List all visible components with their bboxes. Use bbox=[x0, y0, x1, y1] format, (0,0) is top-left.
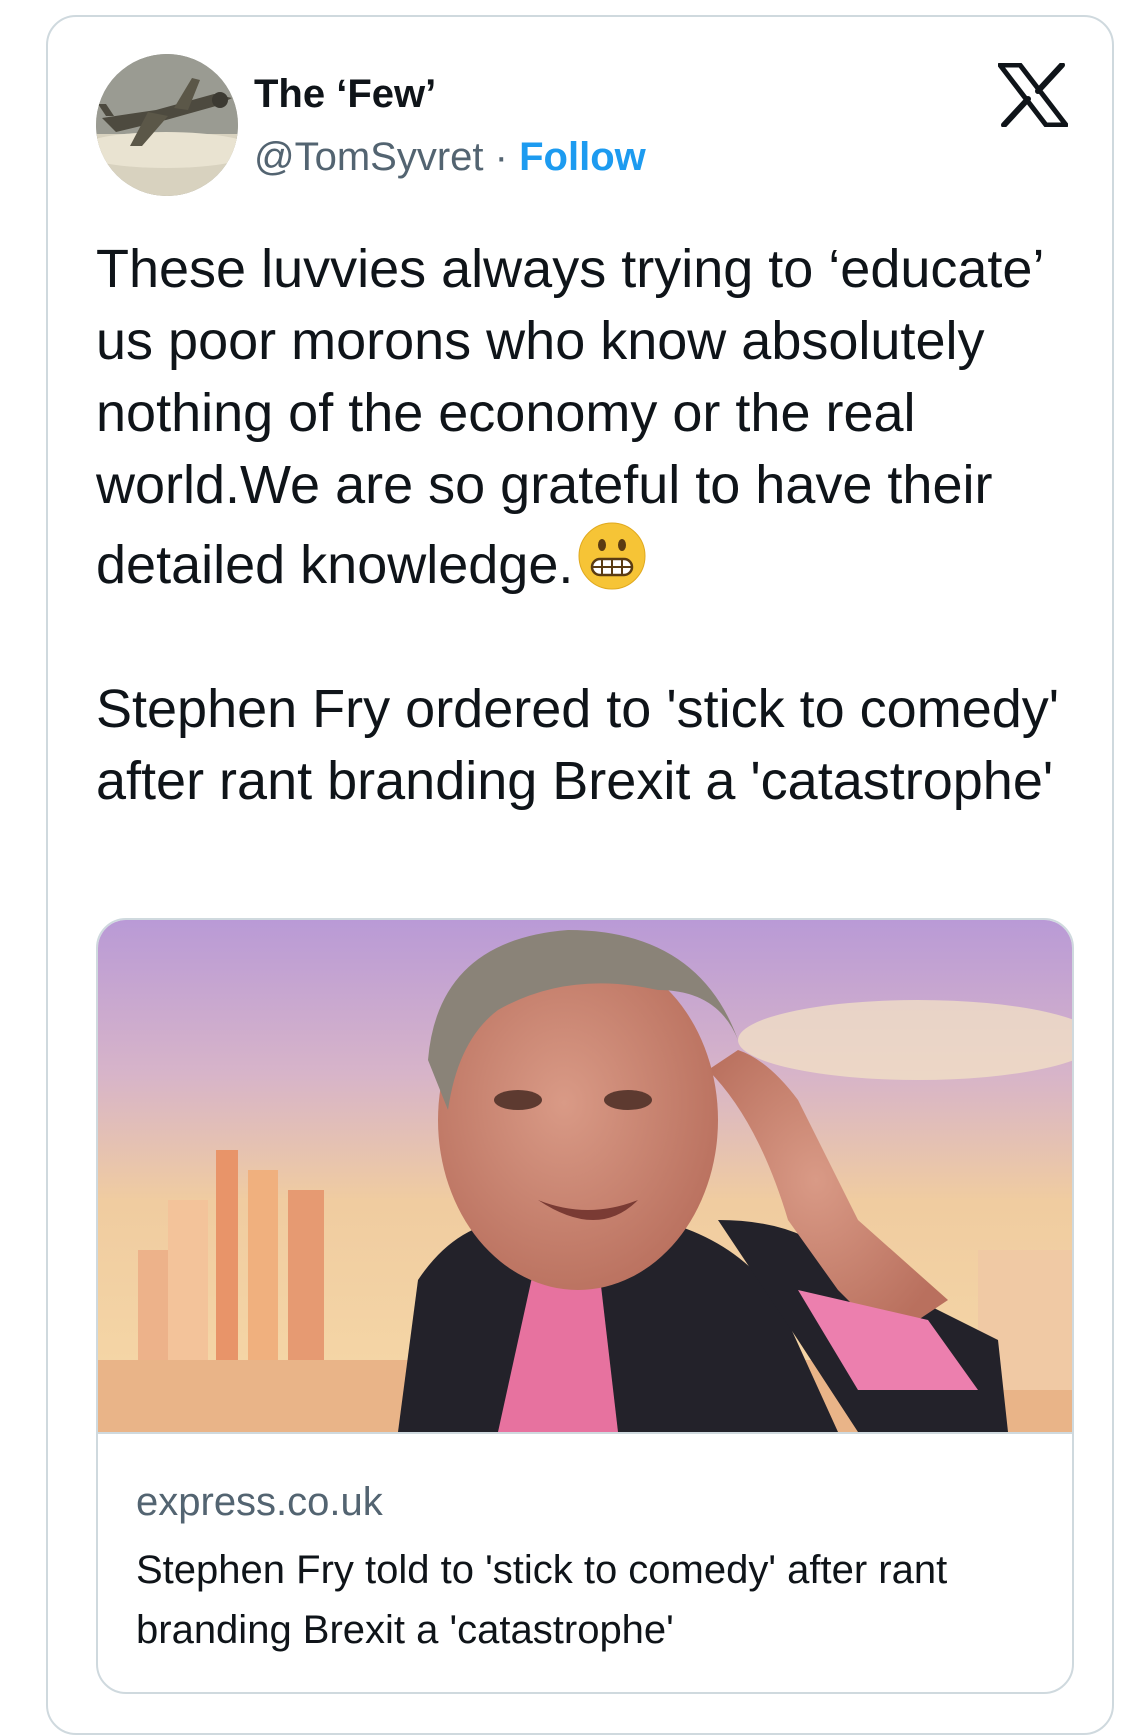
link-card-domain[interactable]: express.co.uk bbox=[136, 1478, 383, 1526]
tweet-paragraph: These luvvies always trying to ‘educate’… bbox=[96, 233, 1086, 601]
article-photo bbox=[98, 920, 1072, 1434]
tweet-paragraph-2: Stephen Fry ordered to 'stick to comedy'… bbox=[96, 679, 1060, 811]
tweet-paragraph-1: These luvvies always trying to ‘educate’… bbox=[96, 239, 1043, 595]
grimacing-face-emoji-icon bbox=[578, 522, 646, 590]
author-avatar[interactable] bbox=[96, 54, 238, 196]
tweet-text: These luvvies always trying to ‘educate’… bbox=[96, 233, 1086, 817]
author-handle[interactable]: @TomSyvret bbox=[254, 135, 484, 179]
handle-separator: · bbox=[494, 135, 520, 179]
spitfire-plane-icon bbox=[96, 54, 238, 196]
follow-button[interactable]: Follow bbox=[519, 135, 646, 179]
link-card-title[interactable]: Stephen Fry told to 'stick to comedy' af… bbox=[136, 1540, 1046, 1660]
author-handle-row: @TomSyvret · Follow bbox=[254, 133, 646, 181]
author-display-name[interactable]: The ‘Few’ bbox=[254, 70, 436, 118]
x-logo-icon[interactable] bbox=[997, 62, 1069, 128]
link-preview-card[interactable]: express.co.uk Stephen Fry told to 'stick… bbox=[96, 918, 1074, 1694]
